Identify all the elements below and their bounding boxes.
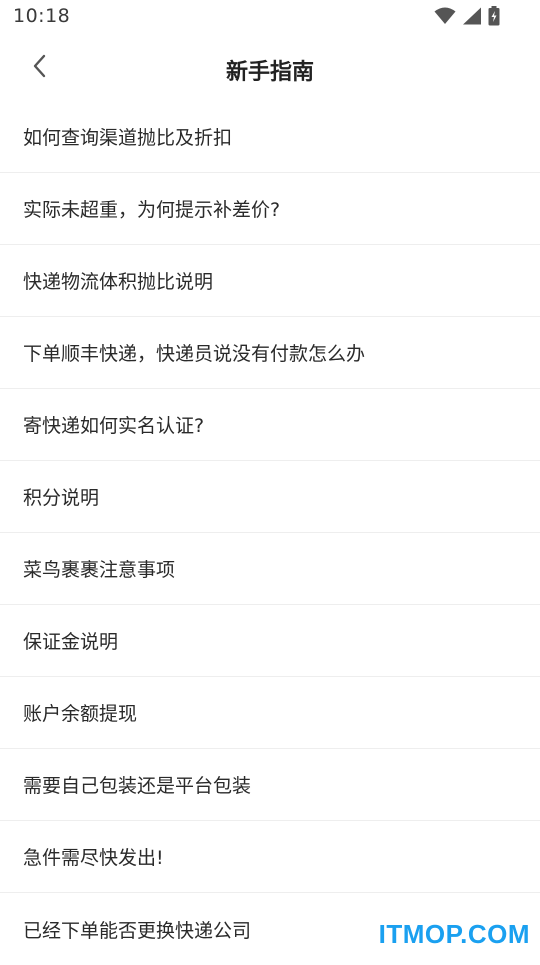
guide-item-cainiao[interactable]: 菜鸟裹裹注意事项 — [0, 533, 540, 605]
status-time: 10:18 — [13, 5, 70, 27]
page-title: 新手指南 — [0, 54, 540, 86]
battery-charging-icon — [488, 6, 500, 30]
guide-item-overweight-charge[interactable]: 实际未超重，为何提示补差价? — [0, 173, 540, 245]
status-bar: 10:18 — [0, 0, 540, 34]
guide-item-withdraw[interactable]: 账户余额提现 — [0, 677, 540, 749]
guide-item-packaging[interactable]: 需要自己包装还是平台包装 — [0, 749, 540, 821]
wifi-icon — [434, 7, 456, 29]
nav-bar: 新手指南 — [0, 34, 540, 104]
guide-list: 如何查询渠道抛比及折扣 实际未超重，为何提示补差价? 快递物流体积抛比说明 下单… — [0, 101, 540, 965]
guide-item-sf-payment[interactable]: 下单顺丰快递，快递员说没有付款怎么办 — [0, 317, 540, 389]
signal-icon — [462, 7, 482, 29]
guide-item-channel-ratio[interactable]: 如何查询渠道抛比及折扣 — [0, 101, 540, 173]
guide-item-urgent[interactable]: 急件需尽快发出! — [0, 821, 540, 893]
guide-item-deposit[interactable]: 保证金说明 — [0, 605, 540, 677]
guide-item-real-name[interactable]: 寄快递如何实名认证? — [0, 389, 540, 461]
guide-item-volume-ratio[interactable]: 快递物流体积抛比说明 — [0, 245, 540, 317]
guide-item-points[interactable]: 积分说明 — [0, 461, 540, 533]
status-icons — [434, 8, 500, 28]
watermark-logo: ITMOP.COM — [379, 919, 530, 950]
